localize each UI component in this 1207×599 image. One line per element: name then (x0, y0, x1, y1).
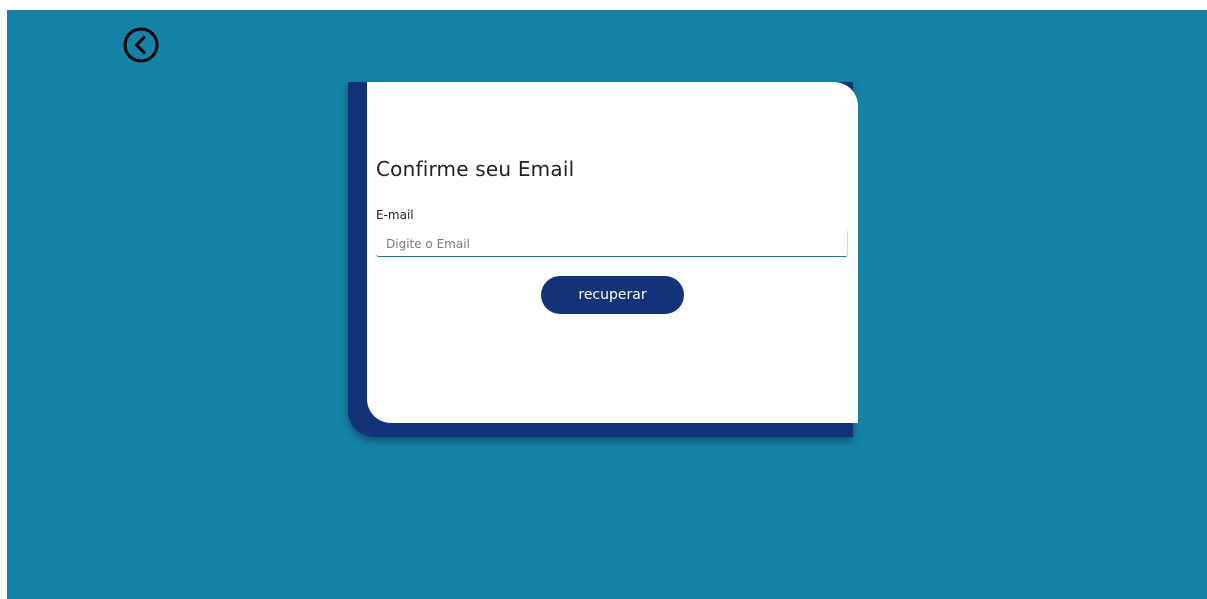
page-title: Confirme seu Email (376, 157, 575, 181)
email-field[interactable] (376, 231, 848, 257)
card-panel: Confirme seu Email E-mail recuperar (367, 82, 858, 423)
recover-button[interactable]: recuperar (541, 276, 684, 314)
email-label: E-mail (376, 208, 414, 222)
recovery-card: Confirme seu Email E-mail recuperar (348, 82, 858, 437)
chevron-left-circle-icon (123, 27, 159, 63)
page-background: Confirme seu Email E-mail recuperar (7, 10, 1207, 599)
back-button[interactable] (122, 26, 160, 64)
